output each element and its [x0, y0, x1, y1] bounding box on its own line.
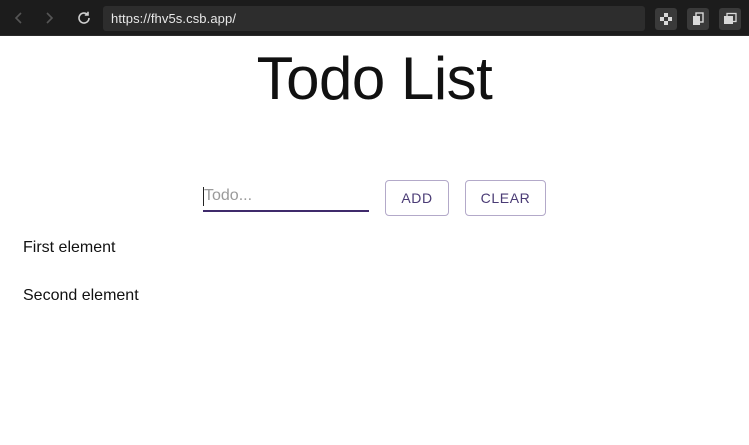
browser-toolbar: https://fhv5s.csb.app/ — [0, 0, 749, 36]
back-button[interactable] — [8, 7, 30, 29]
todo-list: First element Second element — [23, 238, 139, 334]
todo-item: First element — [23, 239, 116, 256]
copy-icon — [693, 12, 704, 25]
text-cursor — [203, 187, 204, 206]
forward-button[interactable] — [38, 7, 60, 29]
url-text: https://fhv5s.csb.app/ — [111, 11, 237, 26]
chevron-right-icon — [46, 12, 54, 24]
reload-button[interactable] — [73, 7, 95, 29]
extension-button-1[interactable] — [655, 8, 677, 30]
chevron-left-icon — [14, 12, 22, 24]
todo-item: Second element — [23, 287, 139, 304]
todo-input-container — [203, 180, 369, 212]
page-title: Todo List — [256, 45, 493, 112]
add-button[interactable]: ADD — [385, 180, 449, 216]
clear-button[interactable]: CLEAR — [465, 180, 546, 216]
address-bar[interactable]: https://fhv5s.csb.app/ — [103, 6, 645, 31]
puzzle-icon — [660, 13, 672, 25]
todo-input[interactable] — [203, 182, 369, 210]
reload-icon — [78, 11, 90, 24]
extension-button-3[interactable] — [719, 8, 741, 30]
windows-icon — [724, 12, 737, 24]
extension-button-2[interactable] — [687, 8, 709, 30]
